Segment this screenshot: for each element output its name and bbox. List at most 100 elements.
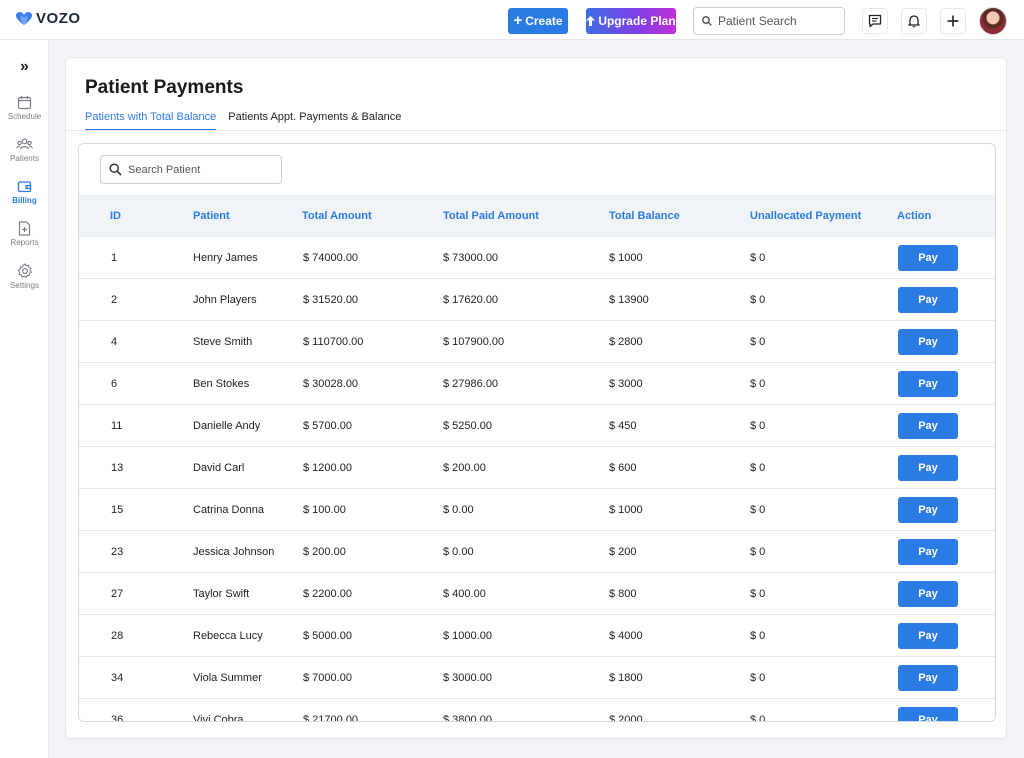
cell-total-paid: $ 107900.00 [443, 336, 505, 348]
tab-patients-total-balance[interactable]: Patients with Total Balance [85, 111, 217, 131]
table-row: 13 David Carl $ 1200.00 $ 200.00 $ 600 $… [79, 447, 995, 489]
table-row: 2 John Players $ 31520.00 $ 17620.00 $ 1… [79, 279, 995, 321]
notifications-button[interactable] [901, 8, 927, 34]
pay-button[interactable]: Pay [898, 539, 958, 565]
table-row: 11 Danielle Andy $ 5700.00 $ 5250.00 $ 4… [79, 405, 995, 447]
upgrade-plan-button[interactable]: Upgrade Plan [586, 8, 676, 34]
cell-id: 36 [111, 714, 124, 722]
cell-id: 23 [111, 546, 124, 558]
table-body: 1 Henry James $ 74000.00 $ 73000.00 $ 10… [79, 237, 995, 722]
patients-icon [16, 138, 33, 150]
cell-unallocated: $ 0 [750, 672, 766, 684]
pay-button[interactable]: Pay [898, 287, 958, 313]
cell-total-paid: $ 3800.00 [443, 714, 492, 722]
cell-id: 1 [111, 252, 118, 264]
payments-table-panel: ID Patient Total Amount Total Paid Amoun… [78, 143, 996, 722]
column-header-unallocated-payment[interactable]: Unallocated Payment [750, 210, 861, 222]
pay-button[interactable]: Pay [898, 581, 958, 607]
sidebar-item-settings[interactable]: Settings [0, 263, 49, 290]
cell-patient: Catrina Donna [193, 504, 264, 516]
tab-divider [66, 130, 1006, 131]
table-row: 4 Steve Smith $ 110700.00 $ 107900.00 $ … [79, 321, 995, 363]
column-header-id[interactable]: ID [110, 210, 121, 222]
report-icon [18, 221, 31, 236]
pay-button[interactable]: Pay [898, 623, 958, 649]
cell-total-paid: $ 73000.00 [443, 252, 499, 264]
cell-id: 34 [111, 672, 124, 684]
heart-logo-icon [16, 11, 32, 25]
sidebar-item-reports[interactable]: Reports [0, 221, 49, 247]
cell-total-balance: $ 1000 [609, 252, 643, 264]
cell-unallocated: $ 0 [750, 378, 766, 390]
sidebar-item-patients[interactable]: Patients [0, 137, 49, 163]
create-button[interactable]: + Create [508, 8, 568, 34]
cell-total-balance: $ 2800 [609, 336, 643, 348]
sidebar-item-label: Schedule [7, 112, 42, 121]
main-card: Patient Payments Patients with Total Bal… [65, 57, 1007, 739]
tab-appt-payments-balance[interactable]: Patients Appt. Payments & Balance [228, 111, 401, 131]
cell-total-balance: $ 450 [609, 420, 637, 432]
table-row: 23 Jessica Johnson $ 200.00 $ 0.00 $ 200… [79, 531, 995, 573]
create-label: Create [525, 14, 563, 28]
sidebar-item-schedule[interactable]: Schedule [0, 95, 49, 121]
cell-unallocated: $ 0 [750, 588, 766, 600]
pay-button[interactable]: Pay [898, 707, 958, 721]
cell-total-balance: $ 800 [609, 588, 637, 600]
cell-id: 6 [111, 378, 118, 390]
calendar-icon [17, 96, 32, 110]
cell-total-paid: $ 0.00 [443, 504, 474, 516]
cell-id: 13 [111, 462, 124, 474]
patient-search-box[interactable] [693, 7, 845, 35]
pay-button[interactable]: Pay [898, 665, 958, 691]
column-header-total-paid-amount[interactable]: Total Paid Amount [443, 210, 539, 222]
user-avatar[interactable] [979, 7, 1007, 35]
cell-patient: Jessica Johnson [193, 546, 275, 558]
patient-search-input[interactable] [718, 14, 836, 28]
cell-patient: Henry James [193, 252, 258, 264]
cell-total-amount: $ 30028.00 [303, 378, 359, 390]
upgrade-label: Upgrade Plan [598, 14, 676, 28]
message-icon [868, 14, 882, 28]
pay-button[interactable]: Pay [898, 413, 958, 439]
cell-total-amount: $ 1200.00 [303, 462, 352, 474]
table-row: 28 Rebecca Lucy $ 5000.00 $ 1000.00 $ 40… [79, 615, 995, 657]
cell-id: 27 [111, 588, 124, 600]
cell-total-amount: $ 200.00 [303, 546, 346, 558]
pay-button[interactable]: Pay [898, 371, 958, 397]
expand-sidebar-icon[interactable]: » [0, 58, 49, 76]
sidebar-item-label: Billing [12, 196, 37, 205]
messages-button[interactable] [862, 8, 888, 34]
pay-button[interactable]: Pay [898, 329, 958, 355]
gear-icon [17, 263, 32, 278]
cell-total-amount: $ 5000.00 [303, 630, 352, 642]
cell-unallocated: $ 0 [750, 336, 766, 348]
page-title: Patient Payments [85, 77, 244, 98]
cell-total-amount: $ 74000.00 [303, 252, 359, 264]
wallet-icon [17, 181, 32, 193]
sidebar-item-billing[interactable]: Billing [0, 179, 49, 205]
cell-unallocated: $ 0 [750, 504, 766, 516]
column-header-action: Action [897, 210, 932, 222]
cell-total-balance: $ 13900 [609, 294, 649, 306]
column-header-total-balance[interactable]: Total Balance [609, 210, 680, 222]
plus-icon: + [513, 12, 523, 29]
search-patient-box[interactable] [100, 155, 282, 184]
cell-unallocated: $ 0 [750, 462, 766, 474]
column-header-patient[interactable]: Patient [193, 210, 230, 222]
app-name: VOZO [36, 10, 81, 27]
cell-total-paid: $ 1000.00 [443, 630, 492, 642]
cell-total-paid: $ 5250.00 [443, 420, 492, 432]
app-logo[interactable]: VOZO [16, 10, 81, 27]
cell-total-amount: $ 31520.00 [303, 294, 359, 306]
search-patient-input[interactable] [128, 163, 278, 176]
cell-total-balance: $ 200 [609, 546, 637, 558]
column-header-total-amount[interactable]: Total Amount [302, 210, 372, 222]
table-header: ID Patient Total Amount Total Paid Amoun… [79, 195, 995, 237]
cell-unallocated: $ 0 [750, 252, 766, 264]
pay-button[interactable]: Pay [898, 497, 958, 523]
add-button[interactable] [940, 8, 966, 34]
pay-button[interactable]: Pay [898, 245, 958, 271]
search-icon [109, 163, 122, 176]
pay-button[interactable]: Pay [898, 455, 958, 481]
cell-total-balance: $ 1000 [609, 504, 643, 516]
